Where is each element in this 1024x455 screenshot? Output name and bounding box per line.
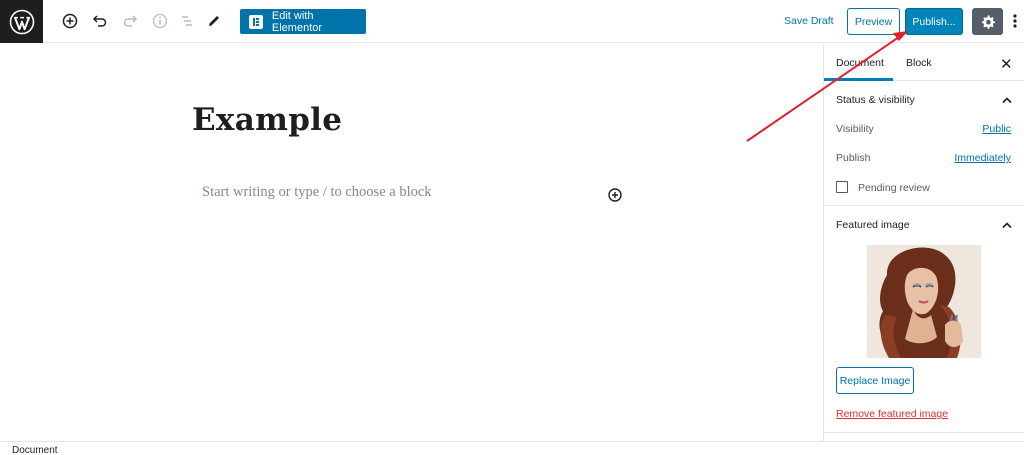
tab-document[interactable]: Document bbox=[836, 57, 884, 69]
preview-button[interactable]: Preview bbox=[847, 8, 900, 35]
panel-title-featured[interactable]: Featured image bbox=[836, 219, 910, 231]
redo-button[interactable] bbox=[120, 11, 140, 31]
chevron-up-icon[interactable] bbox=[1002, 96, 1012, 104]
post-title[interactable]: Example bbox=[192, 102, 342, 138]
more-options-button[interactable] bbox=[1010, 11, 1020, 31]
publish-date-label: Publish bbox=[836, 152, 871, 164]
tab-block[interactable]: Block bbox=[906, 57, 932, 69]
tools-button[interactable] bbox=[204, 11, 224, 31]
panel-title-status[interactable]: Status & visibility bbox=[836, 94, 915, 106]
more-vertical-icon bbox=[1013, 14, 1017, 28]
wordpress-icon bbox=[9, 9, 34, 34]
redo-icon bbox=[123, 15, 138, 27]
elementor-button-label: Edit with Elementor bbox=[271, 9, 323, 34]
add-block-button[interactable] bbox=[60, 11, 80, 31]
outline-icon bbox=[182, 16, 192, 26]
gear-icon bbox=[981, 14, 995, 29]
visibility-toggle[interactable]: Public bbox=[982, 123, 1011, 135]
replace-image-button[interactable]: Replace Image bbox=[836, 367, 914, 394]
undo-button[interactable] bbox=[90, 11, 110, 31]
add-block-icon[interactable] bbox=[607, 187, 623, 203]
visibility-label: Visibility bbox=[836, 123, 874, 135]
block-navigation-button[interactable] bbox=[177, 11, 197, 31]
save-draft-button[interactable]: Save Draft bbox=[784, 15, 834, 27]
sidebar-tabs: Document Block ✕ bbox=[824, 44, 1024, 81]
block-breadcrumb[interactable]: Document bbox=[12, 445, 58, 455]
editor-header: Edit with Elementor Save Draft Preview P… bbox=[0, 0, 1024, 43]
featured-image-panel: Featured image Replace Image Remove feat… bbox=[824, 206, 1024, 433]
info-icon bbox=[152, 13, 168, 29]
pending-review-label[interactable]: Pending review bbox=[858, 182, 930, 194]
edit-with-elementor-button[interactable]: Edit with Elementor bbox=[240, 9, 366, 34]
add-block-icon bbox=[62, 13, 78, 29]
edit-pencil-icon bbox=[209, 16, 219, 26]
chevron-up-icon[interactable] bbox=[1002, 221, 1012, 229]
publish-date-toggle[interactable]: Immediately bbox=[954, 152, 1011, 164]
remove-featured-image-link[interactable]: Remove featured image bbox=[836, 408, 948, 420]
settings-button[interactable] bbox=[972, 8, 1003, 35]
pending-review-checkbox[interactable] bbox=[836, 181, 848, 193]
publish-button[interactable]: Publish... bbox=[905, 8, 963, 35]
featured-image-thumbnail[interactable] bbox=[867, 245, 981, 358]
status-visibility-panel: Status & visibility Visibility Public Pu… bbox=[824, 81, 1024, 206]
editor-canvas: Example Start writing or type / to choos… bbox=[0, 44, 823, 441]
close-sidebar-button[interactable]: ✕ bbox=[1000, 55, 1013, 73]
settings-sidebar: Document Block ✕ Status & visibility Vis… bbox=[823, 44, 1024, 441]
elementor-icon bbox=[249, 14, 263, 29]
block-placeholder[interactable]: Start writing or type / to choose a bloc… bbox=[202, 184, 432, 201]
wordpress-logo-button[interactable] bbox=[0, 0, 43, 43]
content-info-button[interactable] bbox=[150, 11, 170, 31]
woman-portrait-image bbox=[867, 245, 981, 358]
undo-icon bbox=[92, 15, 107, 27]
editor-footer: Document bbox=[0, 441, 1024, 455]
